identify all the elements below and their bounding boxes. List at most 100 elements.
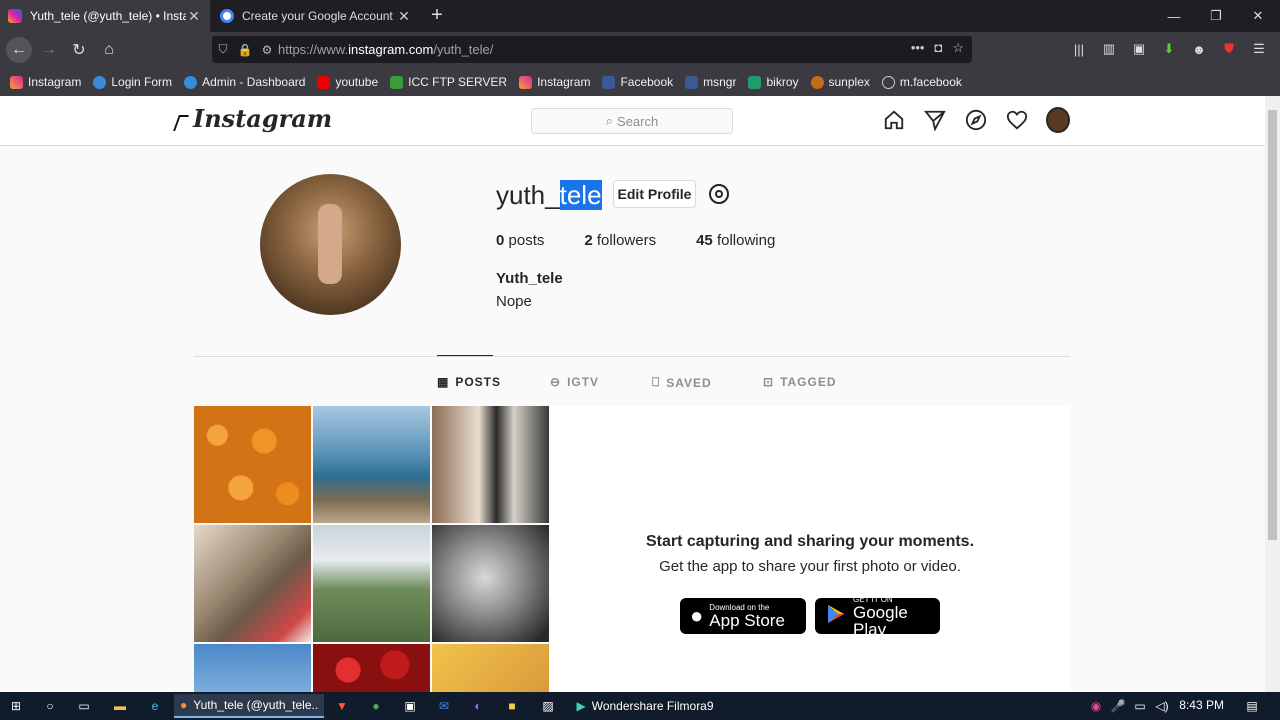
home-icon[interactable] xyxy=(882,108,906,132)
active-tab-indicator xyxy=(437,355,493,356)
bookmark-admin-dashboard[interactable]: Admin - Dashboard xyxy=(184,75,305,89)
bookmark-icc-ftp[interactable]: ICC FTP SERVER xyxy=(390,75,507,89)
tab-title: Yuth_tele (@yuth_tele) • Instagram xyxy=(30,9,186,23)
photo-oranges xyxy=(194,406,311,523)
notes-icon[interactable]: ■ xyxy=(500,694,524,718)
back-button[interactable]: ← xyxy=(6,37,32,63)
store-icon[interactable]: ▣ xyxy=(398,694,422,718)
volume-icon[interactable]: ◁) xyxy=(1150,694,1174,718)
screenshot-icon[interactable]: ▣ xyxy=(1128,38,1150,60)
instagram-page: Instagram ⌕ Search yuth_tele Edit Profil… xyxy=(0,96,1265,692)
profile-username: yuth_tele xyxy=(496,180,602,210)
bookmark-sunplex[interactable]: sunplex xyxy=(810,75,870,89)
empty-title: Start capturing and sharing your moments… xyxy=(645,533,975,550)
photo-cat xyxy=(432,644,549,692)
search-icon: ⌕ xyxy=(605,113,614,128)
grid-icon: ▦ xyxy=(437,375,450,389)
tab-posts[interactable]: ▦ POSTS xyxy=(437,375,501,389)
bookmark-instagram-2[interactable]: Instagram xyxy=(519,75,590,89)
library-icon[interactable]: ||| xyxy=(1068,38,1090,60)
bookmark-login-form[interactable]: Login Form xyxy=(93,75,172,89)
firefox-icon: ● xyxy=(180,698,188,712)
reload-button[interactable]: ↻ xyxy=(66,38,92,62)
restore-button[interactable]: ❐ xyxy=(1194,0,1238,32)
bookmark-msngr[interactable]: msngr xyxy=(685,75,736,89)
empty-posts-panel: Start capturing and sharing your moments… xyxy=(550,406,1070,692)
tab-instagram[interactable]: Yuth_tele (@yuth_tele) • Instagram ✕ xyxy=(0,0,210,32)
browser-chrome: Yuth_tele (@yuth_tele) • Instagram ✕ Cre… xyxy=(0,0,1280,96)
profile-avatar[interactable] xyxy=(1046,107,1070,133)
task-view-icon[interactable]: ▭ xyxy=(72,694,96,718)
network-icon[interactable]: ▭ xyxy=(1128,694,1152,718)
windows-start-icon[interactable]: ⊞ xyxy=(4,694,28,718)
close-window-button[interactable]: ✕ xyxy=(1236,0,1280,32)
tab-saved[interactable]: ⎕ SAVED xyxy=(652,375,712,390)
more-icon[interactable]: ••• xyxy=(911,40,925,56)
profile-picture[interactable] xyxy=(260,174,401,315)
instagram-header: Instagram ⌕ Search xyxy=(0,96,1265,146)
header-nav xyxy=(882,107,1070,133)
taskbar-firefox[interactable]: ● Yuth_tele (@yuth_tele... xyxy=(174,694,324,718)
bookmark-bikroy[interactable]: bikroy xyxy=(748,75,799,89)
activity-heart-icon[interactable] xyxy=(1005,108,1029,132)
settings-gear-icon[interactable] xyxy=(707,182,731,206)
profile-photo-figure xyxy=(318,204,342,284)
vertical-scrollbar[interactable] xyxy=(1265,96,1280,692)
chrome-icon[interactable]: ● xyxy=(364,694,388,718)
edge-icon[interactable]: e xyxy=(143,694,167,718)
file-explorer-icon[interactable]: ▬ xyxy=(108,694,132,718)
google-play-button[interactable]: GET IT ON Google Play xyxy=(815,595,940,638)
sidebar-icon[interactable]: ▥ xyxy=(1098,38,1120,60)
extension-icon[interactable]: ☻ xyxy=(1188,38,1210,60)
home-button[interactable]: ⌂ xyxy=(96,38,122,62)
tag-icon: ⊡ xyxy=(763,375,775,389)
followers-stat[interactable]: 2 followers xyxy=(584,232,656,249)
forward-button[interactable]: → xyxy=(36,38,62,62)
empty-subtitle: Get the app to share your first photo or… xyxy=(659,558,961,575)
pocket-icon[interactable]: ◘ xyxy=(934,40,942,56)
tab-igtv[interactable]: ⊖ IGTV xyxy=(550,375,599,389)
taskbar-filmora[interactable]: ▶ Wondershare Filmora9 xyxy=(570,694,720,718)
tab-google-account[interactable]: Create your Google Account ✕ xyxy=(212,0,420,32)
photo-dog xyxy=(194,525,311,642)
menu-icon[interactable]: ☰ xyxy=(1248,38,1270,60)
microphone-icon[interactable]: 🎤 xyxy=(1106,694,1130,718)
permissions-icon: ⚙ xyxy=(261,42,273,57)
extensions-toolbar: ||| ▥ ▣ ⬇ ☻ ⛊ ☰ xyxy=(1068,38,1280,60)
new-tab-button[interactable]: + xyxy=(426,4,448,26)
photo-sky xyxy=(194,644,311,692)
sample-photo-grid xyxy=(194,406,550,692)
instagram-logo[interactable]: Instagram xyxy=(193,104,332,133)
mail-icon[interactable]: ✉ xyxy=(432,694,456,718)
bookmark-youtube[interactable]: youtube xyxy=(317,75,378,89)
recording-icon[interactable]: ◉ xyxy=(1084,694,1108,718)
following-stat[interactable]: 45 following xyxy=(696,232,775,249)
app-icon[interactable]: ◐ xyxy=(466,694,490,718)
google-icon xyxy=(220,9,234,23)
bookmark-facebook[interactable]: Facebook xyxy=(602,75,673,89)
search-input[interactable]: ⌕ Search xyxy=(531,108,733,134)
igtv-icon: ⊖ xyxy=(550,375,562,389)
brave-icon[interactable]: ▼ xyxy=(330,694,354,718)
scrollbar-thumb[interactable] xyxy=(1268,110,1277,540)
minimize-button[interactable]: — xyxy=(1152,0,1196,32)
tab-tagged[interactable]: ⊡ TAGGED xyxy=(763,375,837,389)
bookmark-m-facebook[interactable]: m.facebook xyxy=(881,75,962,89)
edit-profile-button[interactable]: Edit Profile xyxy=(613,180,696,208)
photos-icon[interactable]: ▨ xyxy=(536,694,560,718)
adblock-icon[interactable]: ⛊ xyxy=(1218,38,1240,60)
navigation-toolbar: ← → ↻ ⌂ ⛉ 🔒 ⚙ https://www.instagram.com/… xyxy=(0,32,1280,68)
explore-compass-icon[interactable] xyxy=(964,108,988,132)
url-bar[interactable]: ⛉ 🔒 ⚙ https://www.instagram.com/yuth_tel… xyxy=(212,36,972,63)
search-icon[interactable]: ○ xyxy=(38,694,62,718)
bookmark-star-icon[interactable]: ☆ xyxy=(952,40,964,56)
profile-bio: Nope xyxy=(496,293,532,310)
direct-message-icon[interactable] xyxy=(923,108,947,132)
close-icon[interactable]: ✕ xyxy=(186,8,202,25)
close-icon[interactable]: ✕ xyxy=(396,8,412,25)
app-store-button[interactable]: ● Download on the App Store xyxy=(680,598,806,634)
notifications-icon[interactable]: ▤ xyxy=(1240,694,1264,718)
clock[interactable]: 8:43 PM xyxy=(1179,698,1224,712)
download-icon[interactable]: ⬇ xyxy=(1158,38,1180,60)
bookmark-instagram[interactable]: Instagram xyxy=(10,75,81,89)
